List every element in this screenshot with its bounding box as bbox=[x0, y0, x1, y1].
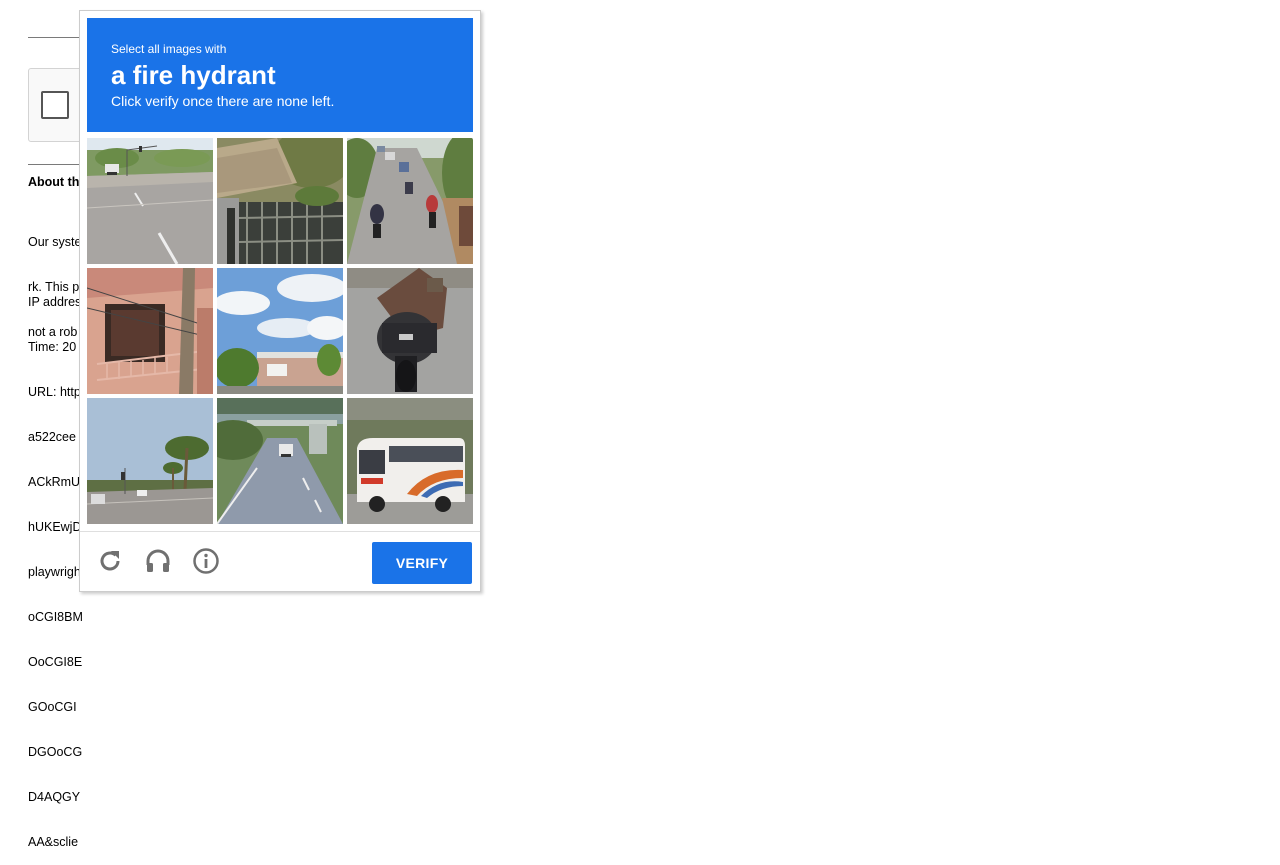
captcha-challenge: Select all images with a fire hydrant Cl… bbox=[79, 10, 481, 592]
about-line: Our syste bbox=[28, 235, 82, 249]
info-icon[interactable] bbox=[192, 547, 220, 575]
image-tile-motorcycles-on-road[interactable] bbox=[347, 138, 473, 264]
headphones-icon[interactable] bbox=[144, 547, 172, 575]
info-line: OoCGI8E bbox=[28, 655, 83, 669]
verify-button[interactable]: VERIFY bbox=[372, 542, 472, 584]
info-line: Time: 20 bbox=[28, 340, 77, 354]
info-line: oCGI8BM bbox=[28, 610, 83, 624]
info-line: playwrigh bbox=[28, 565, 81, 579]
image-grid bbox=[87, 138, 473, 524]
challenge-header: Select all images with a fire hydrant Cl… bbox=[87, 18, 473, 132]
image-tile-building-and-sky[interactable] bbox=[217, 268, 343, 394]
recaptcha-checkbox[interactable] bbox=[41, 91, 69, 119]
info-line: a522cee bbox=[28, 430, 76, 444]
instruction-subtext: Click verify once there are none left. bbox=[111, 93, 335, 109]
info-line: GOoCGI bbox=[28, 700, 77, 714]
info-line: ACkRmU bbox=[28, 475, 81, 489]
image-tile-road-with-car[interactable] bbox=[87, 138, 213, 264]
instruction-text: Select all images with bbox=[111, 42, 227, 56]
challenge-footer: VERIFY bbox=[80, 531, 480, 591]
info-line: URL: http bbox=[28, 385, 81, 399]
image-tile-intersection-palm-trees[interactable] bbox=[87, 398, 213, 524]
image-tile-motorcycle-rider[interactable] bbox=[347, 268, 473, 394]
target-object: a fire hydrant bbox=[111, 60, 276, 90]
image-tile-building-balcony[interactable] bbox=[87, 268, 213, 394]
image-tile-highway-overpass[interactable] bbox=[217, 398, 343, 524]
info-line: AA&sclie bbox=[28, 835, 79, 849]
info-line: IP addres bbox=[28, 295, 82, 309]
info-line: DGOoCG bbox=[28, 745, 83, 759]
reload-icon[interactable] bbox=[96, 547, 124, 575]
about-heading: About th bbox=[28, 175, 80, 189]
info-line: hUKEwjD bbox=[28, 520, 82, 534]
image-tile-gate-and-fence[interactable] bbox=[217, 138, 343, 264]
info-line: D4AQGY bbox=[28, 790, 81, 804]
request-info: IP addres Time: 20 URL: http a522cee ACk… bbox=[28, 265, 83, 865]
image-tile-white-bus[interactable] bbox=[347, 398, 473, 524]
